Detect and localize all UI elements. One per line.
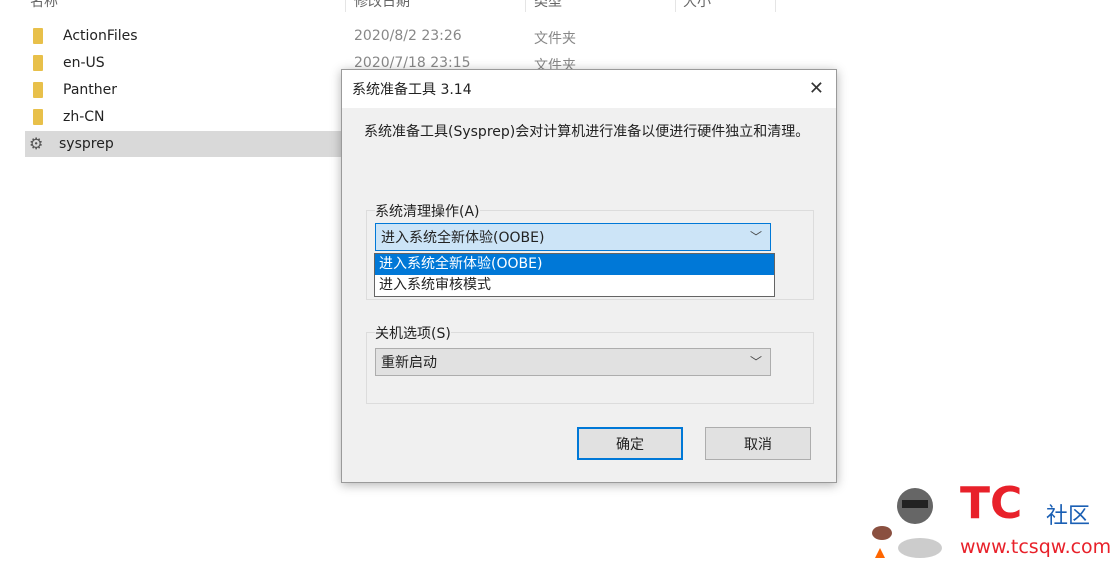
mascot-icon (872, 488, 942, 558)
column-divider[interactable] (775, 0, 776, 12)
shutdown-value: 重新启动 (381, 355, 437, 371)
option-audit-mode[interactable]: 进入系统审核模式 (375, 275, 774, 296)
cleanup-action-select[interactable]: 进入系统全新体验(OOBE) ﹀ (375, 223, 771, 251)
column-divider[interactable] (525, 0, 526, 12)
column-date[interactable]: 修改日期 (354, 0, 410, 11)
cleanup-value: 进入系统全新体验(OOBE) (381, 230, 545, 246)
file-row[interactable]: zh-CN (25, 104, 355, 130)
chevron-down-icon: ﹀ (749, 355, 762, 369)
shutdown-option-select[interactable]: 重新启动 ﹀ (375, 348, 771, 376)
cancel-button[interactable]: 取消 (705, 427, 811, 460)
chevron-down-icon: ﹀ (749, 230, 762, 244)
brand-text: TC (960, 478, 1023, 529)
brand-suffix: 社区 (1046, 504, 1091, 529)
dialog-description: 系统准备工具(Sysprep)会对计算机进行准备以便进行硬件独立和清理。 (364, 124, 810, 140)
dialog-title: 系统准备工具 3.14 (352, 82, 472, 98)
file-name: Panther (63, 82, 117, 98)
file-date: 2020/8/2 23:26 (354, 28, 462, 44)
file-row[interactable]: en-US (25, 50, 355, 76)
option-oobe[interactable]: 进入系统全新体验(OOBE) (375, 254, 774, 275)
column-type[interactable]: 类型 (534, 0, 562, 11)
file-row[interactable]: Panther (25, 77, 355, 103)
file-row-selected[interactable]: ⚙ sysprep (25, 131, 355, 157)
file-type: 文件夹 (534, 31, 576, 47)
tc-community-watermark: TC 社区 www.tcsqw.com (860, 478, 1112, 568)
brand-url: www.tcsqw.com (960, 536, 1112, 558)
ok-button[interactable]: 确定 (577, 427, 683, 460)
column-name[interactable]: 名称 (30, 0, 58, 11)
cleanup-dropdown-list: 进入系统全新体验(OOBE) 进入系统审核模式 (374, 253, 775, 297)
column-divider[interactable] (675, 0, 676, 12)
column-size[interactable]: 大小 (683, 0, 711, 11)
close-icon[interactable]: ✕ (809, 78, 824, 99)
file-name: en-US (63, 55, 105, 71)
file-row[interactable]: ActionFiles (25, 23, 355, 49)
file-name: sysprep (59, 136, 114, 152)
shutdown-label: 关机选项(S) (375, 323, 451, 343)
column-divider[interactable] (345, 0, 346, 12)
cleanup-label: 系统清理操作(A) (375, 201, 480, 221)
file-name: ActionFiles (63, 28, 138, 44)
dialog-title-bar[interactable]: 系统准备工具 3.14 (342, 70, 836, 108)
sysprep-app-icon: ⚙ (29, 134, 44, 153)
file-name: zh-CN (63, 109, 105, 125)
folder-icon (33, 55, 43, 71)
folder-icon (33, 28, 43, 44)
folder-icon (33, 109, 43, 125)
folder-icon (33, 82, 43, 98)
